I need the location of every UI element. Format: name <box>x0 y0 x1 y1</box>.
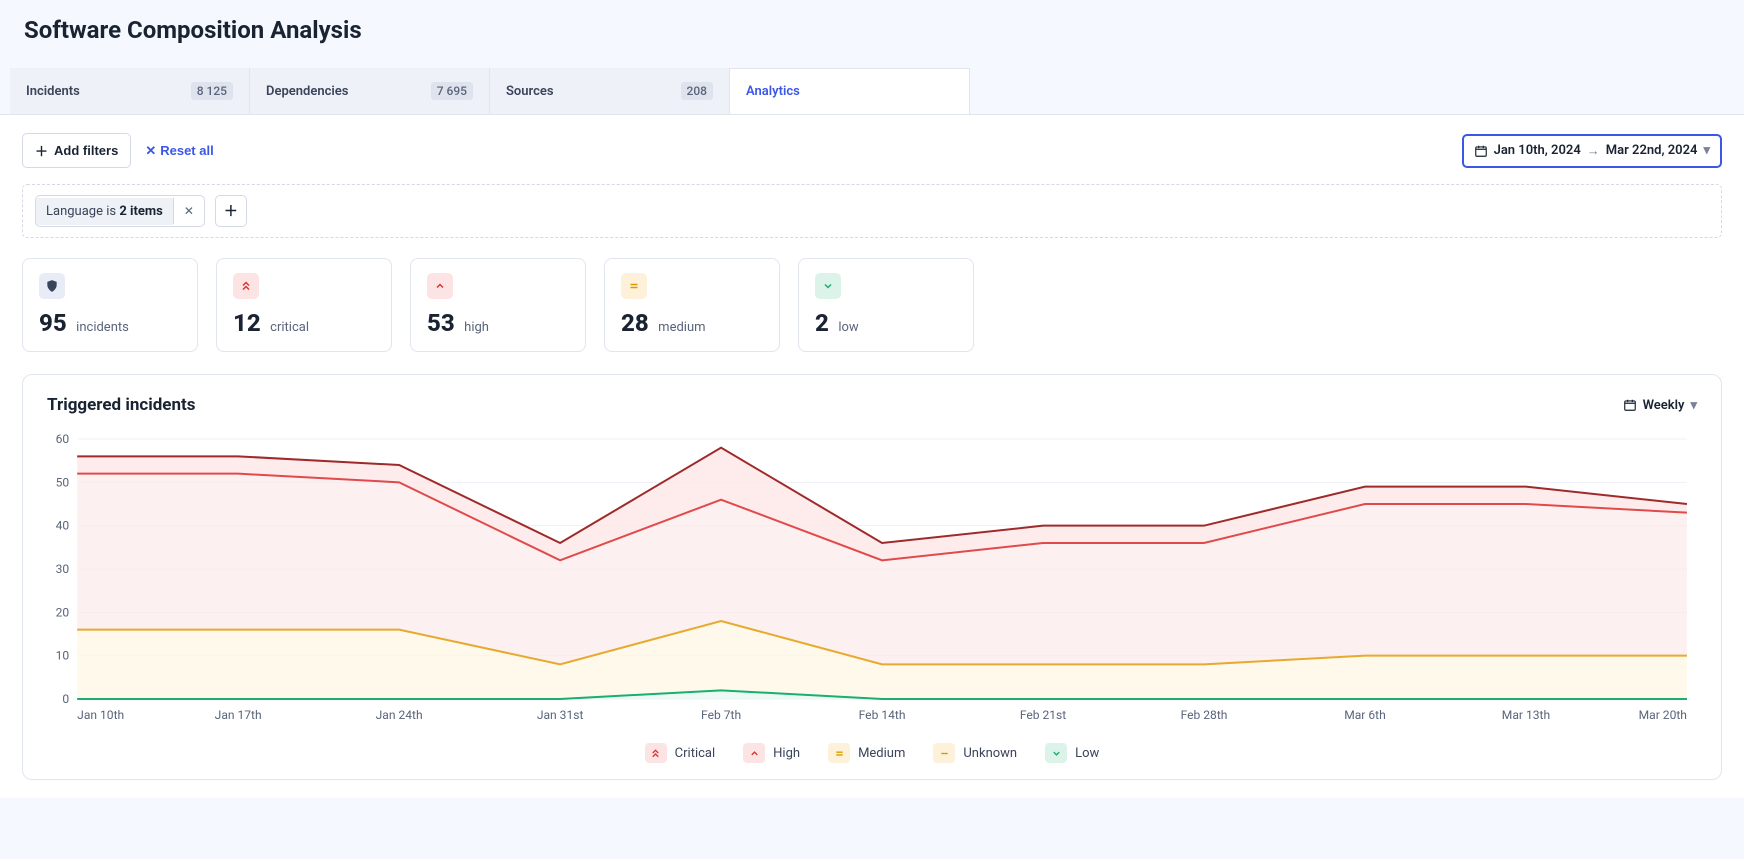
chevron-down-icon: ▾ <box>1703 143 1710 158</box>
stat-value: 28 <box>621 309 649 337</box>
svg-text:Mar 13th: Mar 13th <box>1502 708 1550 722</box>
chevron-down-icon <box>815 273 841 299</box>
legend-medium[interactable]: Medium <box>828 743 905 763</box>
chip-text: Language is 2 items <box>36 198 173 225</box>
chip-remove[interactable]: ✕ <box>173 198 204 224</box>
legend-unknown[interactable]: Unknown <box>933 743 1017 763</box>
stat-incidents: 95 incidents <box>22 258 198 352</box>
legend-label: Medium <box>858 746 905 761</box>
svg-text:Feb 7th: Feb 7th <box>701 708 741 722</box>
date-from: Jan 10th, 2024 <box>1494 143 1581 158</box>
interval-selector[interactable]: Weekly ▾ <box>1623 398 1697 413</box>
legend-high[interactable]: High <box>743 743 800 763</box>
tab-label: Dependencies <box>266 84 348 99</box>
tab-label: Sources <box>506 84 554 99</box>
tab-count: 7 695 <box>431 82 473 100</box>
svg-text:Feb 28th: Feb 28th <box>1181 708 1228 722</box>
chart-area: 0 10 20 30 40 50 60 Jan 10th Jan 17th Jan 24th Jan… <box>47 429 1697 729</box>
stat-value: 12 <box>233 309 261 337</box>
button-label: Add filters <box>54 143 118 158</box>
dash-icon <box>933 743 955 763</box>
legend-critical[interactable]: Critical <box>645 743 715 763</box>
equals-icon <box>621 273 647 299</box>
stat-critical: 12 critical <box>216 258 392 352</box>
chevron-up-icon <box>743 743 765 763</box>
svg-text:Feb 14th: Feb 14th <box>859 708 906 722</box>
svg-text:Mar 6th: Mar 6th <box>1344 708 1386 722</box>
svg-text:60: 60 <box>56 432 70 446</box>
svg-text:Mar 20th: Mar 20th <box>1639 708 1687 722</box>
button-label: Reset all <box>160 143 213 158</box>
chevron-down-icon: ▾ <box>1690 398 1697 413</box>
add-filters-button[interactable]: ＋ Add filters <box>22 133 131 168</box>
svg-text:Jan 10th: Jan 10th <box>77 708 124 722</box>
svg-text:0: 0 <box>62 692 69 706</box>
tab-incidents[interactable]: Incidents 8 125 <box>10 68 250 114</box>
page-title: Software Composition Analysis <box>0 0 1744 68</box>
calendar-icon <box>1623 398 1637 412</box>
stat-label: critical <box>270 320 309 335</box>
stat-value: 2 <box>815 309 829 337</box>
filter-row: Language is 2 items ✕ ＋ <box>22 184 1722 238</box>
tabs: Incidents 8 125 Dependencies 7 695 Sourc… <box>0 68 1744 115</box>
svg-text:30: 30 <box>56 562 70 576</box>
plus-icon: ＋ <box>224 201 238 221</box>
double-chevron-up-icon <box>233 273 259 299</box>
svg-text:20: 20 <box>56 605 70 619</box>
stat-medium: 28 medium <box>604 258 780 352</box>
plus-icon: ＋ <box>35 141 48 160</box>
equals-icon <box>828 743 850 763</box>
tab-dependencies[interactable]: Dependencies 7 695 <box>250 68 490 114</box>
svg-text:Feb 21st: Feb 21st <box>1020 708 1066 722</box>
chart-legend: Critical High Medium <box>47 743 1697 763</box>
shield-icon <box>39 273 65 299</box>
tab-count: 208 <box>681 82 713 100</box>
svg-text:Jan 31st: Jan 31st <box>537 708 584 722</box>
stat-value: 53 <box>427 309 455 337</box>
legend-low[interactable]: Low <box>1045 743 1099 763</box>
svg-text:50: 50 <box>56 475 70 489</box>
stat-value: 95 <box>39 309 67 337</box>
tab-label: Incidents <box>26 84 80 99</box>
legend-label: High <box>773 746 800 761</box>
tab-label: Analytics <box>746 84 800 99</box>
double-chevron-up-icon <box>645 743 667 763</box>
date-range-picker[interactable]: Jan 10th, 2024 → Mar 22nd, 2024 ▾ <box>1462 134 1722 168</box>
close-icon: ✕ <box>145 143 156 159</box>
stat-label: incidents <box>76 320 129 335</box>
date-to: Mar 22nd, 2024 <box>1606 143 1698 158</box>
stat-label: high <box>464 320 489 335</box>
svg-text:10: 10 <box>56 649 70 663</box>
stat-label: low <box>838 320 858 335</box>
tab-sources[interactable]: Sources 208 <box>490 68 730 114</box>
legend-label: Low <box>1075 746 1099 761</box>
interval-label: Weekly <box>1643 398 1685 413</box>
stat-label: medium <box>658 320 705 335</box>
calendar-icon <box>1474 144 1488 158</box>
tab-analytics[interactable]: Analytics <box>730 68 970 114</box>
legend-label: Unknown <box>963 746 1017 761</box>
chart-card: Triggered incidents Weekly ▾ 0 10 20 30 40 50… <box>22 374 1722 780</box>
svg-text:Jan 24th: Jan 24th <box>376 708 423 722</box>
arrow-right-icon: → <box>1587 143 1600 159</box>
tab-count: 8 125 <box>191 82 233 100</box>
chevron-down-icon <box>1045 743 1067 763</box>
filter-chip-language[interactable]: Language is 2 items ✕ <box>35 195 205 227</box>
reset-all-button[interactable]: ✕ Reset all <box>145 143 213 159</box>
legend-label: Critical <box>675 746 715 761</box>
chevron-up-icon <box>427 273 453 299</box>
svg-text:Jan 17th: Jan 17th <box>215 708 262 722</box>
chart-title: Triggered incidents <box>47 395 196 415</box>
add-filter-button[interactable]: ＋ <box>215 195 247 227</box>
stat-low: 2 low <box>798 258 974 352</box>
stat-high: 53 high <box>410 258 586 352</box>
svg-text:40: 40 <box>56 519 70 533</box>
